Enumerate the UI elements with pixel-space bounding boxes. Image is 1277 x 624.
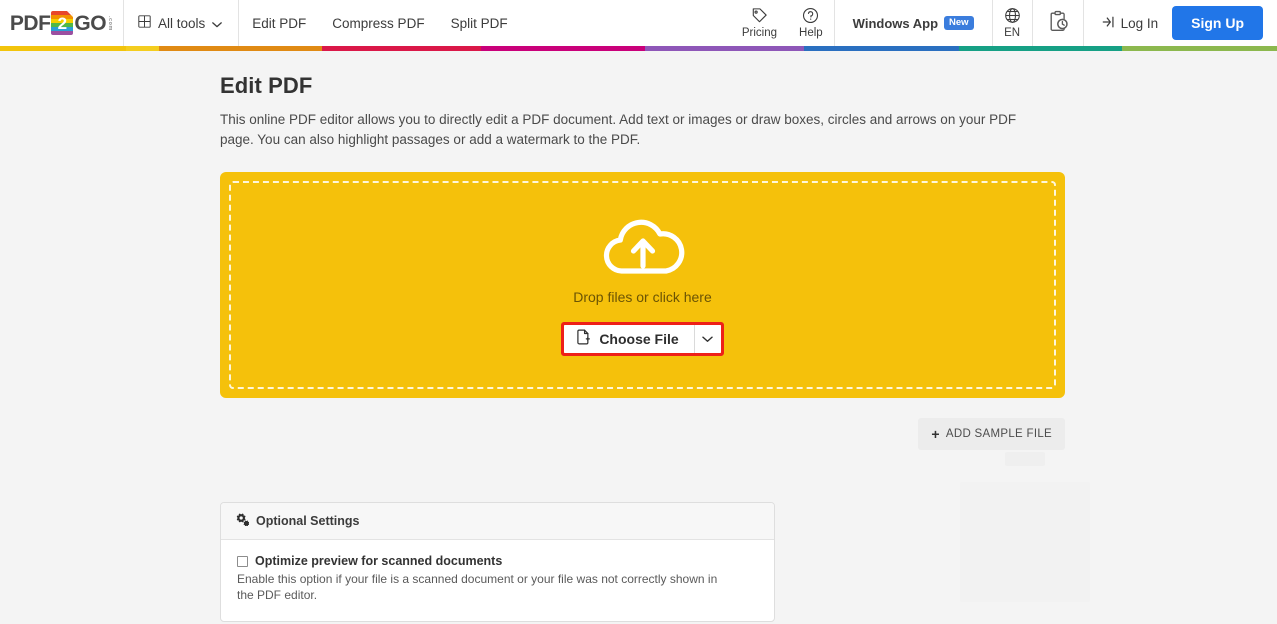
login-button[interactable]: Log In — [1102, 15, 1159, 32]
rainbow-segment-3 — [322, 46, 482, 51]
price-tag-icon — [751, 7, 768, 27]
nav-help[interactable]: Help — [788, 0, 834, 46]
dropzone-label: Drop files or click here — [573, 288, 712, 305]
sample-file-row: + ADD SAMPLE FILE — [220, 418, 1065, 450]
choose-file-label: Choose File — [599, 330, 679, 347]
clipboard-clock-icon — [1047, 10, 1069, 36]
login-button-label: Log In — [1120, 15, 1159, 31]
choose-file-highlight: Choose File — [561, 321, 724, 356]
rainbow-segment-4 — [481, 46, 645, 51]
rainbow-strip — [0, 46, 1277, 51]
nav-item-edit-pdf-label: Edit PDF — [252, 15, 307, 31]
rainbow-segment-2 — [159, 46, 323, 51]
optimize-preview-row: Optimize preview for scanned documents — [237, 554, 758, 568]
rainbow-segment-5 — [644, 46, 804, 51]
nav-pricing[interactable]: Pricing — [731, 0, 788, 46]
nav-language-selector[interactable]: EN — [993, 0, 1032, 46]
nav-windows-app-label: Windows App — [852, 15, 939, 31]
optimize-preview-help-text: Enable this option if your file is a sca… — [237, 572, 718, 602]
nav-item-split-pdf-label: Split PDF — [450, 15, 508, 31]
choose-file-main[interactable]: Choose File — [564, 325, 693, 353]
rainbow-segment-6 — [803, 46, 959, 51]
optional-settings-body: Optimize preview for scanned documents E… — [221, 540, 774, 621]
main-content: Edit PDF This online PDF editor allows y… — [0, 51, 1277, 624]
file-dropzone[interactable]: Drop files or click here Choose File — [220, 172, 1065, 398]
rainbow-segment-8 — [1121, 46, 1277, 51]
file-add-icon — [576, 329, 591, 348]
content-wrapper: Edit PDF This online PDF editor allows y… — [220, 73, 1090, 622]
nav-language-label: EN — [1004, 26, 1021, 39]
question-circle-icon — [802, 7, 819, 27]
nav-item-compress-pdf-label: Compress PDF — [332, 15, 425, 31]
rainbow-segment-1 — [126, 46, 160, 51]
windows-app-new-badge: New — [944, 15, 974, 31]
auth-area: Log In Sign Up — [1084, 0, 1277, 46]
page-title: Edit PDF — [220, 73, 313, 98]
page-description: This online PDF editor allows you to dir… — [220, 112, 1017, 147]
rainbow-segment-7 — [958, 46, 1122, 51]
add-sample-file-button[interactable]: + ADD SAMPLE FILE — [918, 418, 1065, 450]
chevron-down-icon — [212, 16, 223, 31]
optimize-preview-checkbox[interactable] — [237, 555, 248, 567]
nav-all-tools-label: All tools — [158, 15, 206, 31]
optional-settings-header: Optional Settings — [221, 503, 774, 540]
chevron-down-icon — [702, 331, 713, 346]
nav-windows-app[interactable]: Windows App New — [835, 0, 992, 46]
logo-text-go: GO — [74, 11, 107, 35]
globe-icon — [1004, 7, 1021, 27]
cloud-upload-icon — [597, 215, 689, 280]
grid-icon — [138, 15, 151, 31]
logo-digit-2: 2 — [57, 13, 68, 33]
nav-pricing-label: Pricing — [741, 26, 778, 39]
ad-placeholder-top — [1005, 452, 1045, 466]
logo-tld: .com — [107, 15, 114, 31]
secondary-nav: Pricing Help Windows App New EN Log In S… — [731, 0, 1277, 46]
site-header: PDF 2 GO .com All tools Edit PDF Compres… — [0, 0, 1277, 46]
nav-item-edit-pdf[interactable]: Edit PDF — [239, 0, 319, 46]
nav-item-compress-pdf[interactable]: Compress PDF — [319, 0, 437, 46]
plus-icon: + — [931, 426, 940, 442]
ad-placeholder-body — [960, 482, 1090, 602]
optional-settings-panel: Optional Settings Optimize preview for s… — [220, 502, 775, 622]
logo-icon-colorful-page: 2 — [51, 11, 74, 35]
pdf2go-logo[interactable]: PDF 2 GO .com — [10, 11, 113, 35]
choose-file-dropdown-toggle[interactable] — [693, 324, 721, 353]
optimize-preview-label[interactable]: Optimize preview for scanned documents — [255, 554, 502, 568]
optional-settings-title: Optional Settings — [256, 514, 360, 528]
sliders-gear-icon — [235, 513, 250, 529]
file-dropzone-inner: Drop files or click here Choose File — [229, 181, 1056, 389]
nav-item-split-pdf[interactable]: Split PDF — [438, 0, 521, 46]
primary-nav: All tools Edit PDF Compress PDF Split PD… — [124, 0, 521, 46]
rainbow-segment-0 — [0, 46, 127, 51]
sign-in-icon — [1102, 15, 1116, 32]
add-sample-file-label: ADD SAMPLE FILE — [945, 428, 1052, 440]
signup-button[interactable]: Sign Up — [1172, 6, 1263, 40]
logo-cell[interactable]: PDF 2 GO .com — [0, 0, 124, 46]
nav-all-tools[interactable]: All tools — [124, 0, 240, 46]
choose-file-button[interactable]: Choose File — [564, 324, 721, 353]
nav-history[interactable] — [1033, 0, 1083, 46]
nav-help-label: Help — [799, 26, 823, 39]
logo-text-pdf: PDF — [9, 11, 51, 35]
